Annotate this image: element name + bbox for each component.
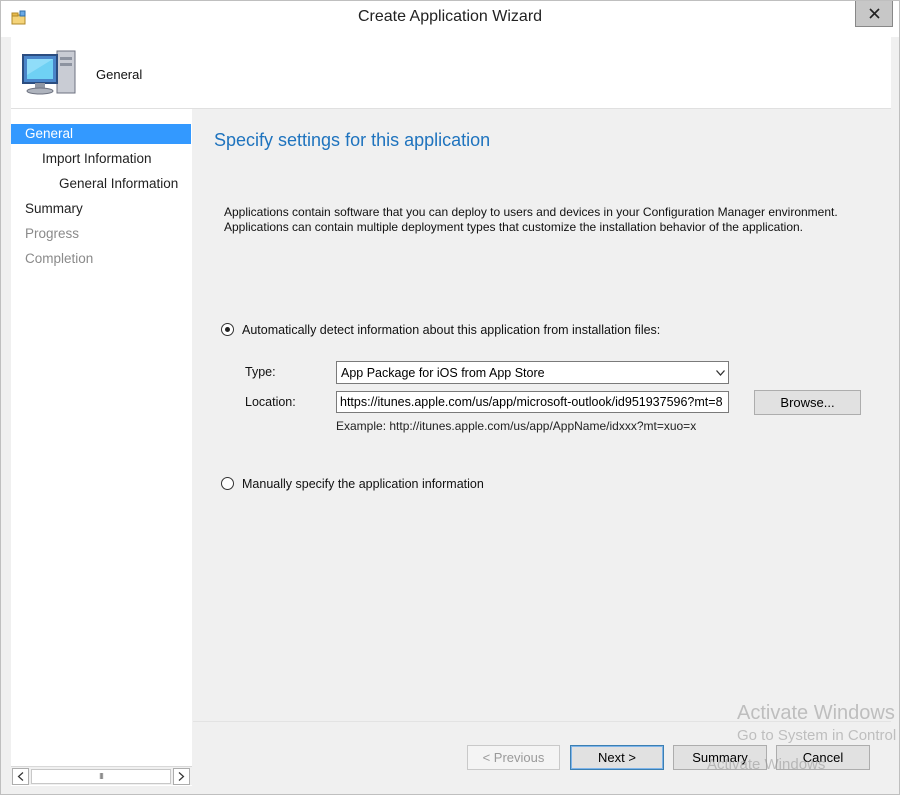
description: Applications contain software that you c… bbox=[224, 205, 864, 234]
summary-button[interactable]: Summary bbox=[673, 745, 767, 770]
window-title: Create Application Wizard bbox=[357, 8, 543, 25]
auto-detect-label[interactable]: Automatically detect information about t… bbox=[242, 323, 660, 337]
nav-horizontal-scrollbar[interactable]: III bbox=[11, 766, 192, 785]
type-selected-value: App Package for iOS from App Store bbox=[341, 366, 545, 380]
chevron-left-icon bbox=[17, 772, 24, 781]
nav-item-completion: Completion bbox=[11, 249, 191, 269]
scroll-right-button[interactable] bbox=[173, 768, 190, 785]
location-input[interactable] bbox=[336, 391, 729, 413]
location-label: Location: bbox=[245, 395, 296, 409]
nav-item-label: Summary bbox=[25, 201, 83, 216]
auto-detect-radio[interactable] bbox=[221, 323, 234, 336]
title-bar[interactable]: Create Application Wizard bbox=[1, 1, 899, 37]
description-line: Applications can contain multiple deploy… bbox=[224, 219, 804, 234]
wizard-nav: General Import Information General Infor… bbox=[11, 109, 192, 786]
chevron-right-icon bbox=[178, 772, 185, 781]
nav-item-label: Import Information bbox=[42, 151, 152, 166]
nav-item-general[interactable]: General bbox=[11, 124, 191, 144]
previous-button: < Previous bbox=[467, 745, 560, 770]
manual-specify-radio[interactable] bbox=[221, 477, 234, 490]
computer-icon bbox=[19, 45, 79, 101]
nav-item-label: General Information bbox=[59, 176, 179, 191]
wizard-header: General bbox=[11, 37, 891, 109]
scroll-left-button[interactable] bbox=[12, 768, 29, 785]
nav-item-label: Progress bbox=[25, 226, 80, 241]
page-title: Specify settings for this application bbox=[214, 130, 491, 150]
cancel-button[interactable]: Cancel bbox=[776, 745, 870, 770]
header-title: General bbox=[96, 67, 143, 82]
nav-item-summary[interactable]: Summary bbox=[11, 199, 191, 219]
type-dropdown[interactable]: App Package for iOS from App Store bbox=[336, 361, 729, 384]
chevron-down-icon bbox=[716, 370, 725, 376]
nav-item-general-information[interactable]: General Information bbox=[11, 174, 191, 194]
description-line: Applications contain software that you c… bbox=[224, 205, 838, 219]
next-button[interactable]: Next > bbox=[570, 745, 664, 770]
browse-button[interactable]: Browse... bbox=[754, 390, 861, 415]
example-text: Example: http://itunes.apple.com/us/app/… bbox=[336, 419, 697, 433]
nav-item-label: General bbox=[25, 126, 74, 141]
manual-specify-label[interactable]: Manually specify the application informa… bbox=[242, 477, 484, 491]
type-label: Type: bbox=[245, 365, 276, 379]
close-icon bbox=[869, 8, 880, 19]
wizard-content: Specify settings for this application Ap… bbox=[193, 109, 891, 786]
close-button[interactable] bbox=[855, 1, 893, 27]
wizard-window: Create Application Wizard General Genera… bbox=[0, 0, 900, 795]
scroll-thumb[interactable]: III bbox=[31, 769, 171, 784]
nav-item-progress: Progress bbox=[11, 224, 191, 244]
nav-item-import-information[interactable]: Import Information bbox=[11, 149, 191, 169]
nav-item-label: Completion bbox=[25, 251, 94, 266]
footer-divider bbox=[193, 721, 891, 722]
